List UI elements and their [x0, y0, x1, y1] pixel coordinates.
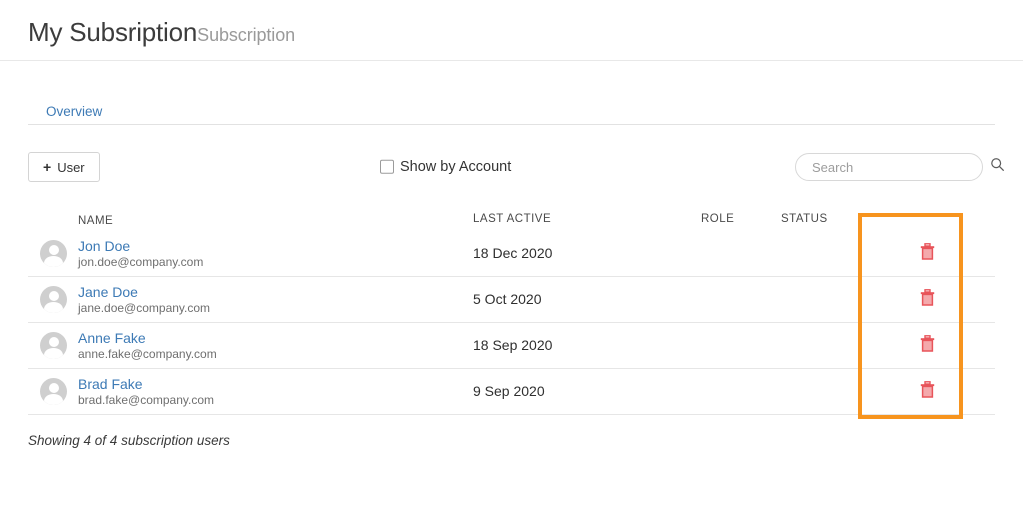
search-icon[interactable]: [990, 157, 1005, 177]
search-box[interactable]: [795, 153, 1004, 181]
table-row: Anne Fake anne.fake@company.com 18 Sep 202…: [28, 323, 995, 369]
page-title-main: My Subsription: [28, 16, 198, 47]
avatar: [40, 285, 67, 313]
subscription-users-table: NAME LAST ACTIVE ROLE STATUS Jon Doe jon.…: [28, 205, 995, 419]
table-toolbar: + User Show by Account: [28, 137, 1004, 197]
user-email: jon.doe@company.com: [78, 254, 204, 269]
column-header-role: ROLE: [701, 213, 735, 225]
user-email: brad.fake@company.com: [78, 392, 215, 407]
results-summary: Showing 4 of 4 subscription users: [28, 433, 230, 448]
table-body: Jon Doe jon.doe@company.com 18 Dec 2020 Jan…: [28, 231, 995, 415]
last-active-value: 18 Sep 2020: [473, 336, 553, 353]
column-header-last-active: LAST ACTIVE: [473, 213, 552, 225]
tab-bar: Overview: [28, 99, 995, 125]
tab-overview[interactable]: Overview: [42, 104, 106, 125]
last-active-value: 5 Oct 2020: [473, 290, 542, 307]
last-active-value: 18 Dec 2020: [473, 244, 553, 261]
column-header-status: STATUS: [781, 213, 828, 225]
last-active-value: 9 Sep 2020: [473, 382, 545, 399]
page-title: My SubsriptionSubscription: [28, 12, 295, 49]
user-name-link[interactable]: Anne Fake: [78, 330, 217, 346]
trash-icon[interactable]: [920, 334, 935, 357]
show-by-account-checkbox[interactable]: [380, 160, 394, 174]
page-content: Overview + User Show by Account NAME: [0, 99, 1023, 448]
table-header-row: NAME LAST ACTIVE ROLE STATUS: [28, 205, 995, 231]
plus-icon: +: [43, 159, 52, 175]
user-name-link[interactable]: Brad Fake: [78, 376, 214, 392]
show-by-account-toggle[interactable]: Show by Account: [380, 160, 511, 175]
trash-icon[interactable]: [920, 288, 935, 311]
table-row: Brad Fake brad.fake@company.com 9 Sep 2020: [28, 369, 995, 415]
add-user-label: User: [57, 159, 85, 175]
add-user-button[interactable]: + User: [28, 152, 100, 182]
table-row: Jane Doe jane.doe@company.com 5 Oct 2020: [28, 277, 995, 323]
user-email: anne.fake@company.com: [78, 346, 217, 361]
avatar: [40, 331, 67, 359]
user-email: jane.doe@company.com: [78, 300, 211, 315]
trash-icon[interactable]: [920, 242, 935, 265]
trash-icon[interactable]: [920, 380, 935, 403]
page-title-suffix: Subscription: [197, 24, 296, 45]
show-by-account-label: Show by Account: [400, 158, 512, 175]
table-row: Jon Doe jon.doe@company.com 18 Dec 2020: [28, 231, 995, 277]
column-header-name: NAME: [78, 215, 114, 227]
search-input[interactable]: [810, 158, 990, 176]
avatar: [40, 377, 67, 405]
user-name-link[interactable]: Jon Doe: [78, 238, 203, 254]
avatar: [40, 239, 67, 267]
page-header: My SubsriptionSubscription: [0, 0, 1023, 61]
user-name-link[interactable]: Jane Doe: [78, 284, 210, 300]
